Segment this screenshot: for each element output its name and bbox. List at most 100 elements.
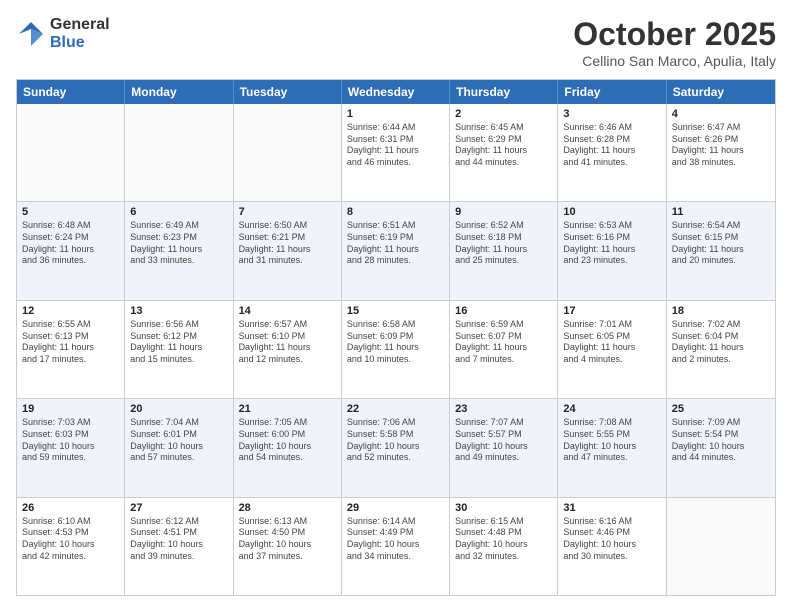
calendar-cell: 16 Sunrise: 6:59 AM Sunset: 6:07 PM Dayli… [450,301,558,398]
calendar-cell: 13Sunrise: 6:56 AM Sunset: 6:12 PM Dayli… [125,301,233,398]
cell-info: Sunrise: 6:12 AM Sunset: 4:51 PM Dayligh… [130,516,227,563]
calendar-row: 1 Sunrise: 6:44 AM Sunset: 6:31 PM Daylig… [17,104,775,202]
cell-info: Sunrise: 6:52 AM Sunset: 6:18 PM Dayligh… [455,220,552,267]
day-header: Friday [558,80,666,104]
subtitle: Cellino San Marco, Apulia, Italy [573,53,776,69]
cell-info: Sunrise: 7:06 AM Sunset: 5:58 PM Dayligh… [347,417,444,464]
cell-date: 22 [347,403,444,415]
cell-date: 30 [455,502,552,514]
cell-info: Sunrise: 7:03 AM Sunset: 6:03 PM Dayligh… [22,417,119,464]
calendar-cell: 12Sunrise: 6:55 AM Sunset: 6:13 PM Dayli… [17,301,125,398]
calendar-cell: 19 Sunrise: 7:03 AM Sunset: 6:03 PM Dayli… [17,399,125,496]
cell-info: Sunrise: 6:48 AM Sunset: 6:24 PM Dayligh… [22,220,119,267]
calendar-cell: 5 Sunrise: 6:48 AM Sunset: 6:24 PM Daylig… [17,202,125,299]
logo-general: General [50,16,110,34]
calendar: SundayMondayTuesdayWednesdayThursdayFrid… [16,79,776,596]
day-header: Saturday [667,80,775,104]
cell-info: Sunrise: 6:57 AM Sunset: 6:10 PM Dayligh… [239,319,336,366]
cell-date: 10 [563,206,660,218]
calendar-cell: 1 Sunrise: 6:44 AM Sunset: 6:31 PM Daylig… [342,104,450,201]
calendar-cell: 3Sunrise: 6:46 AM Sunset: 6:28 PM Daylig… [558,104,666,201]
cell-info: Sunrise: 6:59 AM Sunset: 6:07 PM Dayligh… [455,319,552,366]
cell-date: 11 [672,206,770,218]
calendar-cell: 24 Sunrise: 7:08 AM Sunset: 5:55 PM Dayli… [558,399,666,496]
calendar-row: 19 Sunrise: 7:03 AM Sunset: 6:03 PM Dayli… [17,399,775,497]
cell-date: 1 [347,108,444,120]
cell-info: Sunrise: 7:07 AM Sunset: 5:57 PM Dayligh… [455,417,552,464]
cell-date: 24 [563,403,660,415]
calendar-cell: 8 Sunrise: 6:51 AM Sunset: 6:19 PM Daylig… [342,202,450,299]
day-header: Wednesday [342,80,450,104]
calendar-cell: 9Sunrise: 6:52 AM Sunset: 6:18 PM Daylig… [450,202,558,299]
calendar-cell: 23 Sunrise: 7:07 AM Sunset: 5:57 PM Dayli… [450,399,558,496]
logo: General Blue [16,16,110,51]
cell-info: Sunrise: 6:46 AM Sunset: 6:28 PM Dayligh… [563,122,660,169]
cell-info: Sunrise: 6:10 AM Sunset: 4:53 PM Dayligh… [22,516,119,563]
cell-date: 4 [672,108,770,120]
day-header: Monday [125,80,233,104]
cell-info: Sunrise: 6:58 AM Sunset: 6:09 PM Dayligh… [347,319,444,366]
cell-date: 20 [130,403,227,415]
cell-info: Sunrise: 6:49 AM Sunset: 6:23 PM Dayligh… [130,220,227,267]
calendar-cell: 7 Sunrise: 6:50 AM Sunset: 6:21 PM Daylig… [234,202,342,299]
cell-date: 5 [22,206,119,218]
cell-info: Sunrise: 6:15 AM Sunset: 4:48 PM Dayligh… [455,516,552,563]
calendar-row: 12Sunrise: 6:55 AM Sunset: 6:13 PM Dayli… [17,301,775,399]
calendar-cell: 4Sunrise: 6:47 AM Sunset: 6:26 PM Daylig… [667,104,775,201]
cell-info: Sunrise: 6:54 AM Sunset: 6:15 PM Dayligh… [672,220,770,267]
cell-info: Sunrise: 7:08 AM Sunset: 5:55 PM Dayligh… [563,417,660,464]
calendar-cell: 6Sunrise: 6:49 AM Sunset: 6:23 PM Daylig… [125,202,233,299]
cell-date: 8 [347,206,444,218]
calendar-cell: 26 Sunrise: 6:10 AM Sunset: 4:53 PM Dayli… [17,498,125,595]
cell-date: 13 [130,305,227,317]
cell-info: Sunrise: 7:04 AM Sunset: 6:01 PM Dayligh… [130,417,227,464]
cell-date: 25 [672,403,770,415]
calendar-cell: 28 Sunrise: 6:13 AM Sunset: 4:50 PM Dayli… [234,498,342,595]
calendar-row: 5 Sunrise: 6:48 AM Sunset: 6:24 PM Daylig… [17,202,775,300]
cell-date: 17 [563,305,660,317]
cell-date: 12 [22,305,119,317]
calendar-grid: 1 Sunrise: 6:44 AM Sunset: 6:31 PM Daylig… [17,104,775,595]
cell-date: 19 [22,403,119,415]
cell-date: 26 [22,502,119,514]
cell-date: 16 [455,305,552,317]
header: General Blue October 2025 Cellino San Ma… [16,16,776,69]
cell-info: Sunrise: 6:16 AM Sunset: 4:46 PM Dayligh… [563,516,660,563]
calendar-cell: 30 Sunrise: 6:15 AM Sunset: 4:48 PM Dayli… [450,498,558,595]
calendar-cell: 14Sunrise: 6:57 AM Sunset: 6:10 PM Dayli… [234,301,342,398]
calendar-cell: 15Sunrise: 6:58 AM Sunset: 6:09 PM Dayli… [342,301,450,398]
calendar-cell: 20 Sunrise: 7:04 AM Sunset: 6:01 PM Dayli… [125,399,233,496]
calendar-cell: 2Sunrise: 6:45 AM Sunset: 6:29 PM Daylig… [450,104,558,201]
calendar-cell: 18Sunrise: 7:02 AM Sunset: 6:04 PM Dayli… [667,301,775,398]
cell-date: 18 [672,305,770,317]
cell-date: 21 [239,403,336,415]
calendar-cell [234,104,342,201]
month-title: October 2025 [573,16,776,53]
cell-date: 28 [239,502,336,514]
calendar-cell: 25 Sunrise: 7:09 AM Sunset: 5:54 PM Dayli… [667,399,775,496]
calendar-cell [125,104,233,201]
calendar-cell: 10 Sunrise: 6:53 AM Sunset: 6:16 PM Dayli… [558,202,666,299]
cell-info: Sunrise: 6:50 AM Sunset: 6:21 PM Dayligh… [239,220,336,267]
title-section: October 2025 Cellino San Marco, Apulia, … [573,16,776,69]
cell-date: 23 [455,403,552,415]
cell-info: Sunrise: 6:45 AM Sunset: 6:29 PM Dayligh… [455,122,552,169]
cell-info: Sunrise: 6:44 AM Sunset: 6:31 PM Dayligh… [347,122,444,169]
logo-text: General Blue [50,16,110,51]
calendar-cell [667,498,775,595]
calendar-cell: 17 Sunrise: 7:01 AM Sunset: 6:05 PM Dayli… [558,301,666,398]
cell-date: 31 [563,502,660,514]
cell-info: Sunrise: 7:01 AM Sunset: 6:05 PM Dayligh… [563,319,660,366]
calendar-cell: 11 Sunrise: 6:54 AM Sunset: 6:15 PM Dayli… [667,202,775,299]
calendar-cell: 21Sunrise: 7:05 AM Sunset: 6:00 PM Dayli… [234,399,342,496]
cell-date: 27 [130,502,227,514]
day-header: Sunday [17,80,125,104]
cell-info: Sunrise: 6:13 AM Sunset: 4:50 PM Dayligh… [239,516,336,563]
cell-info: Sunrise: 6:51 AM Sunset: 6:19 PM Dayligh… [347,220,444,267]
cell-date: 7 [239,206,336,218]
cell-info: Sunrise: 7:09 AM Sunset: 5:54 PM Dayligh… [672,417,770,464]
cell-date: 29 [347,502,444,514]
cell-info: Sunrise: 6:14 AM Sunset: 4:49 PM Dayligh… [347,516,444,563]
calendar-row: 26 Sunrise: 6:10 AM Sunset: 4:53 PM Dayli… [17,498,775,595]
cell-info: Sunrise: 6:53 AM Sunset: 6:16 PM Dayligh… [563,220,660,267]
